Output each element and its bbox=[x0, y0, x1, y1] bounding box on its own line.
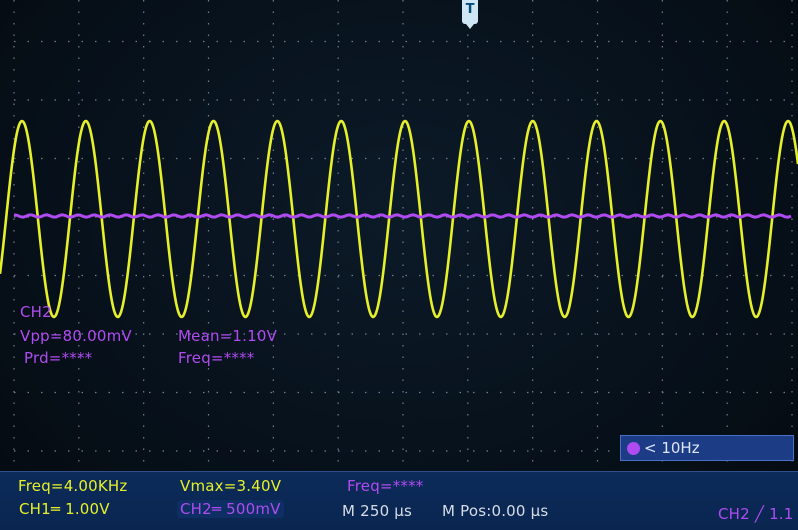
ch1-waveform bbox=[0, 119, 798, 319]
ch1-scale[interactable]: CH1═ 1.00V bbox=[16, 500, 113, 518]
measure-frequency: Freq=**** bbox=[178, 349, 255, 367]
ch2-waveform bbox=[13, 213, 792, 219]
vmax-readout: Vmax=3.40V bbox=[180, 477, 282, 495]
trigger-marker-tip bbox=[466, 24, 474, 29]
ch1-frequency-readout: Freq=4.00KHz bbox=[18, 477, 128, 495]
bottom-status-bar: Freq=4.00KHz Vmax=3.40V Freq=**** CH1═ 1… bbox=[0, 471, 798, 530]
measure-channel-label: CH2 bbox=[20, 303, 52, 321]
trigger-status[interactable]: CH2 ╱ 1.1 bbox=[718, 505, 794, 523]
channel-dot-icon bbox=[627, 442, 640, 455]
ch2-scale[interactable]: CH2═ 500mV bbox=[177, 500, 284, 518]
ch2-frequency-readout: Freq=**** bbox=[347, 477, 424, 495]
oscilloscope-screen: T CH2 Vpp=80.00mV Mean=1.10V Prd=**** Fr… bbox=[0, 0, 798, 530]
frequency-status-box: < 10Hz bbox=[620, 435, 794, 461]
frequency-status-text: < 10Hz bbox=[644, 439, 700, 457]
measure-vpp: Vpp=80.00mV bbox=[20, 327, 132, 345]
trigger-position-marker[interactable]: T bbox=[462, 0, 478, 24]
measure-period: Prd=**** bbox=[24, 349, 93, 367]
horizontal-position-readout[interactable]: M Pos:0.00 µs bbox=[442, 502, 548, 520]
timebase-readout[interactable]: M 250 µs bbox=[342, 502, 412, 520]
measure-mean: Mean=1.10V bbox=[178, 327, 278, 345]
